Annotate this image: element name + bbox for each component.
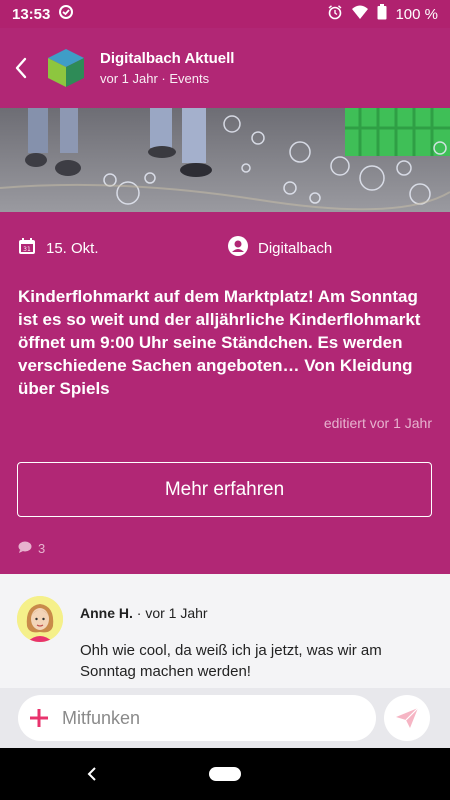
comments-indicator[interactable]: 3	[18, 541, 45, 556]
avatar[interactable]	[17, 596, 63, 642]
comment-time: · vor 1 Jahr	[136, 605, 208, 621]
calendar-icon: 31	[18, 237, 36, 259]
alarm-icon	[327, 4, 343, 24]
comment-input[interactable]: Mitfunken	[18, 695, 376, 741]
status-time: 13:53	[12, 5, 51, 23]
battery-percentage: 100 %	[395, 5, 438, 23]
nav-home-pill[interactable]	[209, 767, 241, 781]
data-saver-icon	[58, 4, 74, 24]
more-button[interactable]: Mehr erfahren	[17, 462, 432, 517]
system-nav-bar	[0, 748, 450, 800]
header-subtitle: vor 1 Jahr · Events	[100, 71, 210, 86]
nav-back-icon[interactable]	[82, 762, 102, 786]
comment-text: Ohh wie cool, da weiß ich ja jetzt, was …	[80, 642, 382, 680]
user-icon	[228, 236, 248, 260]
edited-label: editiert vor 1 Jahr	[323, 415, 432, 431]
back-button[interactable]	[4, 48, 38, 88]
post-card: 31 15. Okt. Digitalbach Kinderflohmarkt …	[0, 212, 450, 574]
battery-icon	[377, 4, 387, 24]
comment-header: Anne H. · vor 1 Jahr	[80, 605, 208, 621]
status-bar: 13:53 100 %	[0, 0, 450, 28]
send-icon	[396, 707, 419, 728]
comment-count: 3	[38, 541, 46, 556]
post-author: Digitalbach	[258, 239, 333, 257]
cube-icon	[48, 49, 84, 87]
send-button[interactable]	[384, 695, 430, 741]
post-text[interactable]: Kinderflohmarkt auf dem Marktplatz! Am S…	[18, 285, 434, 400]
header-title: Digitalbach Aktuell	[100, 50, 235, 67]
post-image	[0, 108, 450, 212]
comment-composer: Mitfunken	[0, 688, 450, 748]
comment-author[interactable]: Anne H.	[80, 605, 133, 621]
chevron-left-icon	[15, 57, 27, 79]
comment-bubble-icon	[18, 541, 32, 556]
comment-placeholder: Mitfunken	[62, 707, 141, 728]
comment-item: Anne H. · vor 1 Jahr Ohh wie cool, da we…	[0, 574, 450, 688]
group-logo	[44, 46, 88, 90]
post-date: 15. Okt.	[46, 239, 99, 257]
svg-text:31: 31	[23, 246, 31, 253]
wifi-icon	[351, 4, 369, 24]
plus-icon[interactable]	[28, 707, 50, 729]
app-header: Digitalbach Aktuell vor 1 Jahr · Events	[0, 28, 450, 108]
